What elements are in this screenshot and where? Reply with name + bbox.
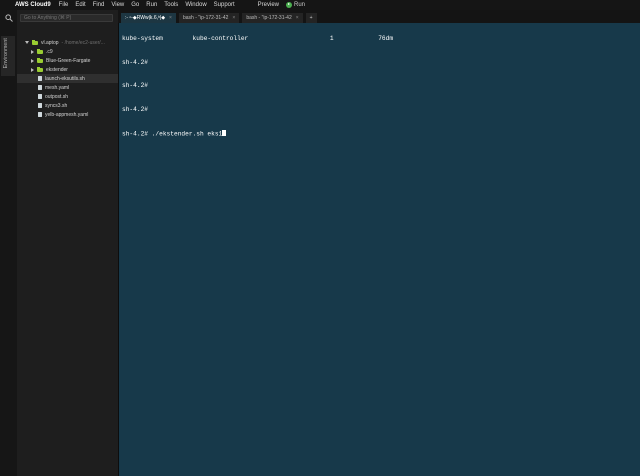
- chevron-right-icon[interactable]: [31, 58, 34, 63]
- tree-item-label: vl.aptop: [41, 39, 59, 46]
- menu-file[interactable]: File: [59, 2, 69, 8]
- terminal-pane[interactable]: kube-system kube-controller 1 76dm sh-4.…: [119, 23, 640, 476]
- file-icon: [38, 103, 42, 108]
- run-button[interactable]: Run: [286, 2, 305, 8]
- close-icon[interactable]: ×: [169, 15, 172, 21]
- preview-button[interactable]: Preview: [258, 2, 279, 8]
- tree-item-label: ekstender: [46, 66, 68, 73]
- close-icon[interactable]: ×: [296, 15, 299, 21]
- terminal-line: sh-4.2#: [122, 58, 148, 66]
- folder-icon: [32, 39, 38, 45]
- tab-label: bash - "ip-172-31-42: [182, 15, 229, 21]
- menu-tools[interactable]: Tools: [164, 2, 178, 8]
- terminal-cursor: [222, 129, 226, 137]
- chevron-right-icon[interactable]: [31, 67, 34, 72]
- tree-item-label: Blue-Green-Fargate: [46, 57, 91, 64]
- tab-terminal-active[interactable]: :- ⁿ-◆RWw|k.6,ʰ|◆ ×: [121, 13, 176, 23]
- tab-label: bash - "ip-172-31-42: [246, 15, 292, 21]
- folder-icon: [37, 66, 43, 72]
- tree-item-label: outpost.sh: [45, 93, 69, 100]
- file-icon: [38, 94, 42, 99]
- file-icon: [38, 76, 42, 81]
- terminal-line: kube-system kube-controller 1 76dm: [122, 34, 394, 42]
- menu-support[interactable]: Support: [214, 2, 235, 8]
- tree-item-label: launch-eksutils.sh: [45, 75, 85, 82]
- terminal-command-line: sh-4.2# ./ekstender.sh eks1: [122, 129, 393, 138]
- environment-tab[interactable]: Environment: [3, 38, 13, 68]
- tree-item-outpost-sh[interactable]: outpost.sh: [17, 92, 118, 101]
- tree-item-label: syncs3.sh: [45, 102, 68, 109]
- tab-bash-1[interactable]: bash - "ip-172-31-42 ×: [178, 13, 240, 23]
- terminal-line: sh-4.2# ./ekstender.sh eks1: [122, 130, 223, 138]
- menu-bar: AWS Cloud9 File Edit Find View Go Run To…: [0, 0, 640, 10]
- file-tree-panel: vl.aptop - /home/ec2-user/... .c9 Blue-G…: [17, 10, 119, 476]
- menu-find[interactable]: Find: [93, 2, 105, 8]
- menu-go[interactable]: Go: [131, 2, 139, 8]
- play-icon: [286, 2, 293, 8]
- file-icon: [38, 112, 42, 117]
- tree-item-label: .c9: [46, 48, 53, 55]
- menu-window[interactable]: Window: [185, 2, 206, 8]
- menu-view[interactable]: View: [111, 2, 124, 8]
- tree-item-label: mesh.yaml: [45, 84, 70, 91]
- tab-bash-2[interactable]: bash - "ip-172-31-42 ×: [242, 13, 303, 23]
- menu-edit[interactable]: Edit: [75, 2, 85, 8]
- chevron-right-icon[interactable]: [31, 49, 34, 54]
- terminal-line: sh-4.2#: [122, 82, 148, 90]
- search-icon[interactable]: [5, 14, 13, 22]
- terminal-output: kube-system kube-controller 1 76dm sh-4.…: [122, 23, 393, 154]
- tree-item-syncs3-sh[interactable]: syncs3.sh: [17, 101, 118, 110]
- folder-icon: [37, 57, 43, 63]
- file-tree: vl.aptop - /home/ec2-user/... .c9 Blue-G…: [17, 38, 118, 119]
- app-brand[interactable]: AWS Cloud9: [15, 2, 51, 8]
- tree-item-ekstender[interactable]: ekstender: [17, 65, 118, 74]
- tree-item-launch-eksutils[interactable]: launch-eksutils.sh: [17, 74, 118, 83]
- tree-item-label: yelb-appmesh.yaml: [45, 111, 89, 118]
- tree-item-c9[interactable]: .c9: [17, 47, 118, 56]
- folder-icon: [37, 48, 43, 54]
- editor-tab-bar: :- ⁿ-◆RWw|k.6,ʰ|◆ × bash - "ip-172-31-42…: [118, 10, 640, 23]
- close-icon[interactable]: ×: [232, 15, 235, 21]
- file-icon: [38, 85, 42, 90]
- tab-label: :- ⁿ-◆RWw|k.6,ʰ|◆: [125, 15, 166, 21]
- tree-item-root[interactable]: vl.aptop - /home/ec2-user/...: [17, 38, 118, 47]
- left-rail: Environment: [0, 10, 18, 476]
- tree-item-mesh-yaml[interactable]: mesh.yaml: [17, 83, 118, 92]
- tree-item-yelb-appmesh[interactable]: yelb-appmesh.yaml: [17, 110, 118, 119]
- plus-icon: +: [309, 15, 313, 21]
- tree-item-blue-green-fargate[interactable]: Blue-Green-Fargate: [17, 56, 118, 65]
- run-label: Run: [294, 2, 306, 8]
- tree-item-path: - /home/ec2-user/...: [61, 39, 105, 46]
- menu-run[interactable]: Run: [146, 2, 157, 8]
- terminal-line: sh-4.2#: [122, 105, 148, 113]
- chevron-down-icon[interactable]: [25, 41, 29, 44]
- goto-anything-input[interactable]: [20, 14, 113, 22]
- new-tab-button[interactable]: +: [305, 13, 317, 23]
